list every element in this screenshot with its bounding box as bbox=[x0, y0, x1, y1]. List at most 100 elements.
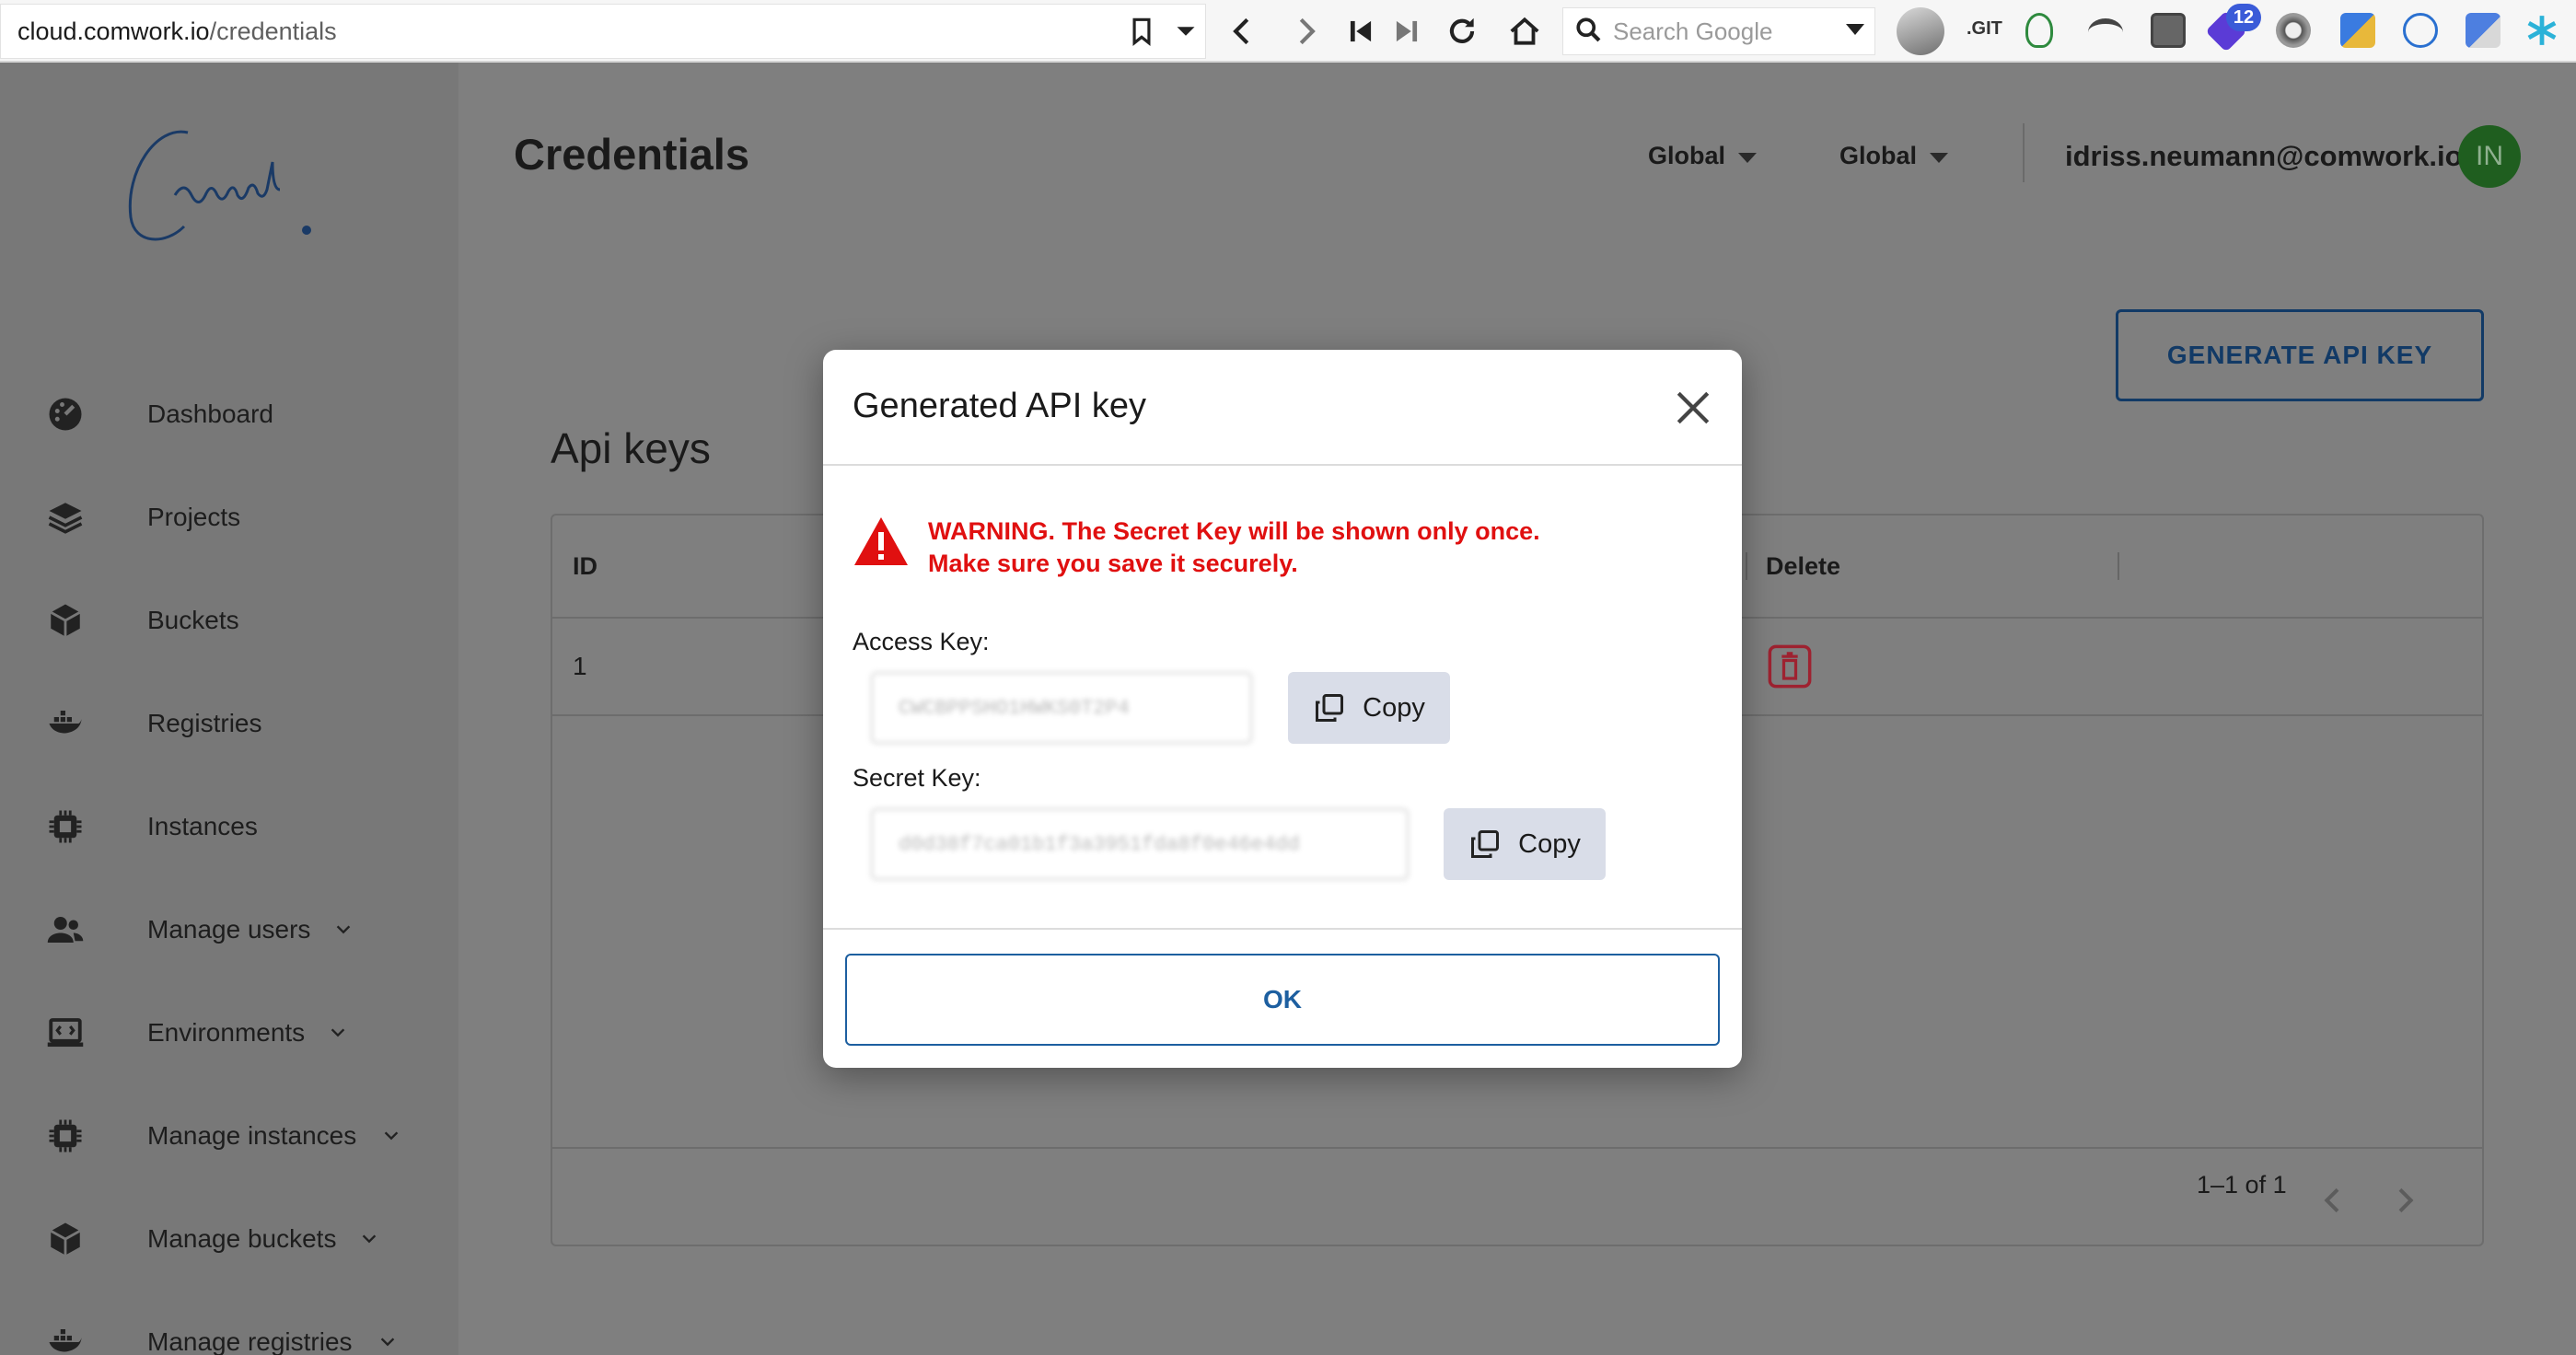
url-host: cloud.comwork.io bbox=[17, 17, 210, 45]
sidebar-item-projects[interactable]: Projects bbox=[0, 481, 458, 554]
box-icon bbox=[44, 1218, 87, 1260]
sidebar-item-label: Manage instances bbox=[147, 1121, 357, 1150]
copy-icon bbox=[1316, 694, 1344, 722]
extension-leaf-icon[interactable] bbox=[2025, 13, 2053, 48]
chevron-down-icon bbox=[331, 1028, 345, 1037]
sidebar-item-label: Manage registries bbox=[147, 1327, 353, 1355]
url-path: /credentials bbox=[209, 17, 337, 45]
sidebar-item-label: Registries bbox=[147, 709, 262, 737]
dialog-divider bbox=[823, 928, 1742, 930]
access-key-field[interactable]: CWCBPPSHO1HWKS0T2P4 bbox=[871, 672, 1252, 744]
user-email[interactable]: idriss.neumann@comwork.io bbox=[2065, 140, 2463, 173]
home-icon[interactable] bbox=[1504, 11, 1545, 52]
generated-api-key-dialog: Generated API key WARNING. The Secret Ke… bbox=[823, 350, 1742, 1068]
browser-profile-avatar[interactable] bbox=[1897, 7, 1944, 55]
column-header-delete[interactable]: Delete bbox=[1766, 552, 1840, 581]
sidebar-item-label: Instances bbox=[147, 812, 258, 840]
layers-icon bbox=[44, 496, 87, 539]
extension-globe-icon[interactable] bbox=[2276, 13, 2311, 48]
scope-select-2[interactable]: Global bbox=[1839, 142, 1917, 170]
chevron-down-icon bbox=[336, 925, 351, 934]
extension-asterisk-icon[interactable] bbox=[2524, 13, 2559, 48]
warning-icon bbox=[854, 517, 908, 565]
user-avatar[interactable]: IN bbox=[2458, 125, 2521, 188]
reload-icon[interactable] bbox=[1442, 11, 1482, 52]
column-separator[interactable] bbox=[2118, 552, 2119, 580]
extension-atom-icon[interactable] bbox=[2403, 13, 2438, 48]
column-header-id[interactable]: ID bbox=[573, 552, 598, 581]
chip-icon bbox=[44, 805, 87, 848]
sidebar-item-registries[interactable]: Registries bbox=[0, 687, 458, 760]
sidebar-item-instances[interactable]: Instances bbox=[0, 790, 458, 863]
page-title: Credentials bbox=[514, 130, 749, 179]
copy-label: Copy bbox=[1363, 692, 1425, 723]
secret-key-field[interactable]: d0d38f7ca01b1f3a3951fda8f0e46e4dd bbox=[871, 808, 1409, 880]
sidebar-item-manage-buckets[interactable]: Manage buckets bbox=[0, 1202, 458, 1276]
search-icon bbox=[1576, 17, 1601, 42]
chevron-down-icon bbox=[362, 1234, 377, 1244]
scope-select-1[interactable]: Global bbox=[1648, 142, 1725, 170]
terminal-icon bbox=[44, 1012, 87, 1054]
section-title: Api keys bbox=[551, 424, 711, 472]
search-placeholder: Search Google bbox=[1613, 17, 1773, 45]
sidebar-item-dashboard[interactable]: Dashboard bbox=[0, 377, 458, 451]
next-page-icon[interactable] bbox=[2386, 1182, 2423, 1219]
extension-bitwarden-icon[interactable] bbox=[2151, 13, 2186, 48]
sidebar-item-label: Buckets bbox=[147, 606, 239, 634]
search-input[interactable]: Search Google bbox=[1562, 7, 1875, 55]
extension-badge-count: 12 bbox=[2226, 4, 2261, 31]
chip-icon bbox=[44, 1115, 87, 1157]
back-icon[interactable] bbox=[1223, 11, 1263, 52]
caret-down-icon[interactable] bbox=[1930, 153, 1948, 163]
extension-cube-icon[interactable] bbox=[2340, 13, 2375, 48]
secret-key-label: Secret Key: bbox=[853, 764, 981, 792]
sidebar-item-manage-instances[interactable]: Manage instances bbox=[0, 1099, 458, 1173]
chevron-down-icon bbox=[384, 1131, 399, 1141]
dashboard-icon bbox=[44, 393, 87, 435]
sidebar-item-manage-registries[interactable]: Manage registries bbox=[0, 1305, 458, 1355]
address-bar[interactable]: cloud.comwork.io/credentials bbox=[0, 4, 1206, 59]
dialog-divider bbox=[823, 464, 1742, 466]
prev-page-icon[interactable] bbox=[2315, 1182, 2351, 1219]
close-icon[interactable] bbox=[1674, 388, 1712, 427]
warning-line-2: Make sure you save it securely. bbox=[928, 550, 1298, 577]
first-page-icon[interactable] bbox=[1340, 11, 1381, 52]
dialog-title: Generated API key bbox=[853, 387, 1146, 425]
box-icon bbox=[44, 599, 87, 642]
caret-down-icon[interactable] bbox=[1738, 153, 1757, 163]
sidebar-item-label: Manage users bbox=[147, 915, 311, 944]
comwork-logo[interactable] bbox=[120, 116, 331, 254]
users-icon bbox=[44, 909, 87, 951]
bookmark-icon[interactable] bbox=[1121, 11, 1162, 52]
browser-toolbar: cloud.comwork.io/credentials Search Goog… bbox=[0, 0, 2576, 63]
generate-api-key-button[interactable]: GENERATE API KEY bbox=[2116, 309, 2484, 401]
sidebar-item-label: Dashboard bbox=[147, 400, 273, 428]
git-extension-label[interactable]: .GIT bbox=[1967, 18, 2002, 40]
pagination-label: 1–1 of 1 bbox=[2197, 1171, 2287, 1199]
extension-translate-icon[interactable] bbox=[2466, 13, 2501, 48]
sidebar-item-environments[interactable]: Environments bbox=[0, 996, 458, 1070]
access-key-label: Access Key: bbox=[853, 628, 990, 655]
warning-text: WARNING. The Secret Key will be shown on… bbox=[928, 515, 1540, 580]
copy-secret-key-button[interactable]: Copy bbox=[1444, 808, 1606, 880]
warning-line-1: WARNING. The Secret Key will be shown on… bbox=[928, 517, 1540, 545]
sidebar-item-label: Environments bbox=[147, 1018, 306, 1047]
cell-id: 1 bbox=[573, 652, 587, 680]
copy-icon bbox=[1471, 830, 1500, 858]
copy-label: Copy bbox=[1518, 828, 1581, 859]
column-separator[interactable] bbox=[1746, 552, 1747, 580]
trash-icon[interactable] bbox=[1766, 643, 1814, 690]
sidebar-item-manage-users[interactable]: Manage users bbox=[0, 893, 458, 967]
docker-icon bbox=[44, 1321, 87, 1355]
search-engine-dropdown-icon[interactable] bbox=[1846, 24, 1864, 35]
sidebar-item-buckets[interactable]: Buckets bbox=[0, 584, 458, 657]
bookmark-menu-icon[interactable] bbox=[1166, 11, 1206, 52]
forward-icon[interactable] bbox=[1285, 11, 1326, 52]
header-divider bbox=[2023, 123, 2025, 182]
ok-button[interactable]: OK bbox=[845, 954, 1720, 1046]
extension-arc-icon[interactable] bbox=[2088, 18, 2123, 46]
sidebar-item-label: Manage buckets bbox=[147, 1224, 337, 1253]
last-page-icon[interactable] bbox=[1387, 11, 1427, 52]
table-footer: 1–1 of 1 bbox=[552, 1147, 2482, 1248]
copy-access-key-button[interactable]: Copy bbox=[1288, 672, 1450, 744]
